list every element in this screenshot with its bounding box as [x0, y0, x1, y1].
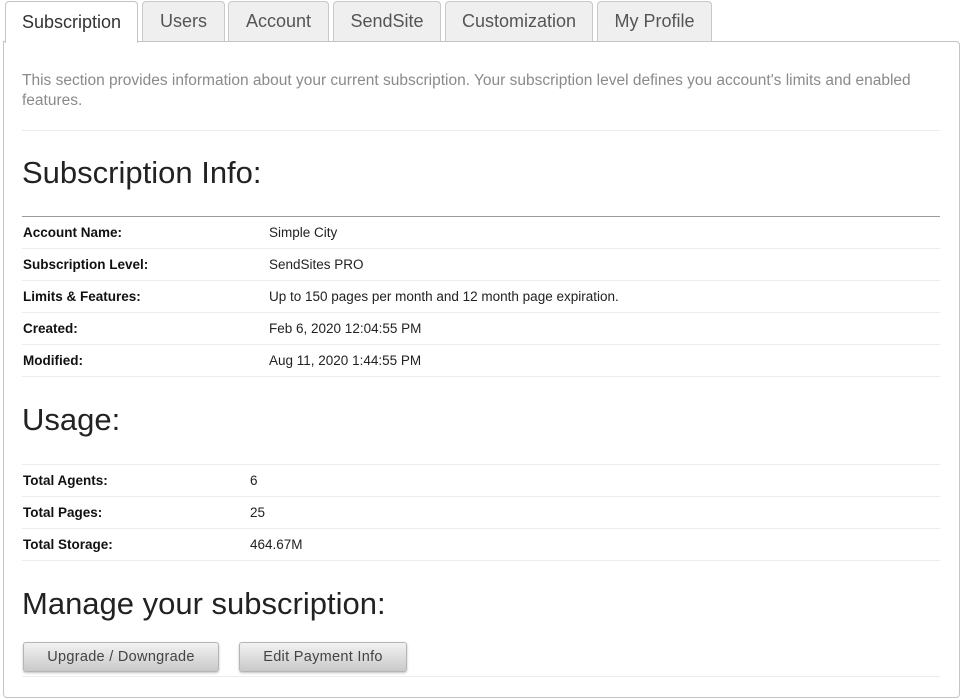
- field-label: Account Name:: [23, 225, 123, 240]
- field-value: 464.67M: [250, 537, 303, 552]
- edit-payment-info-button[interactable]: Edit Payment Info: [239, 642, 407, 672]
- field-label: Modified:: [23, 353, 83, 368]
- field-value: SendSites PRO: [269, 257, 364, 272]
- field-value: Feb 6, 2020 12:04:55 PM: [269, 321, 422, 336]
- usage-row-total-agents: Total Agents: 6: [22, 465, 940, 497]
- field-label: Total Pages:: [23, 505, 103, 520]
- manage-heading: Manage your subscription:: [22, 586, 386, 621]
- tab-bar: Subscription Users Account SendSite Cust…: [0, 0, 961, 43]
- info-row-subscription-level: Subscription Level: SendSites PRO: [22, 249, 940, 281]
- info-row-modified: Modified: Aug 11, 2020 1:44:55 PM: [22, 345, 940, 377]
- field-value: 6: [250, 473, 258, 488]
- divider: [22, 676, 940, 677]
- field-label: Subscription Level:: [23, 257, 149, 272]
- tab-my-profile[interactable]: My Profile: [597, 1, 712, 41]
- tab-account[interactable]: Account: [228, 1, 329, 41]
- intro-text: This section provides information about …: [22, 72, 911, 109]
- divider: [22, 130, 940, 131]
- info-row-account-name: Account Name: Simple City: [22, 217, 940, 249]
- tab-sendsite[interactable]: SendSite: [333, 1, 441, 41]
- subscription-info-heading: Subscription Info:: [22, 155, 262, 190]
- field-value: Simple City: [269, 225, 338, 240]
- tab-subscription[interactable]: Subscription: [5, 1, 138, 43]
- usage-row-total-pages: Total Pages: 25: [22, 497, 940, 529]
- field-label: Created:: [23, 321, 78, 336]
- tab-customization[interactable]: Customization: [445, 1, 593, 41]
- info-row-limits-features: Limits & Features: Up to 150 pages per m…: [22, 281, 940, 313]
- field-value: Aug 11, 2020 1:44:55 PM: [269, 353, 422, 368]
- field-value: 25: [250, 505, 266, 520]
- usage-heading: Usage:: [22, 402, 121, 437]
- tab-users[interactable]: Users: [142, 1, 225, 41]
- field-value: Up to 150 pages per month and 12 month p…: [269, 289, 619, 304]
- field-label: Limits & Features:: [23, 289, 141, 304]
- upgrade-downgrade-button[interactable]: Upgrade / Downgrade: [23, 642, 219, 672]
- info-row-created: Created: Feb 6, 2020 12:04:55 PM: [22, 313, 940, 345]
- usage-row-total-storage: Total Storage: 464.67M: [22, 529, 940, 561]
- field-label: Total Agents:: [23, 473, 108, 488]
- field-label: Total Storage:: [23, 537, 113, 552]
